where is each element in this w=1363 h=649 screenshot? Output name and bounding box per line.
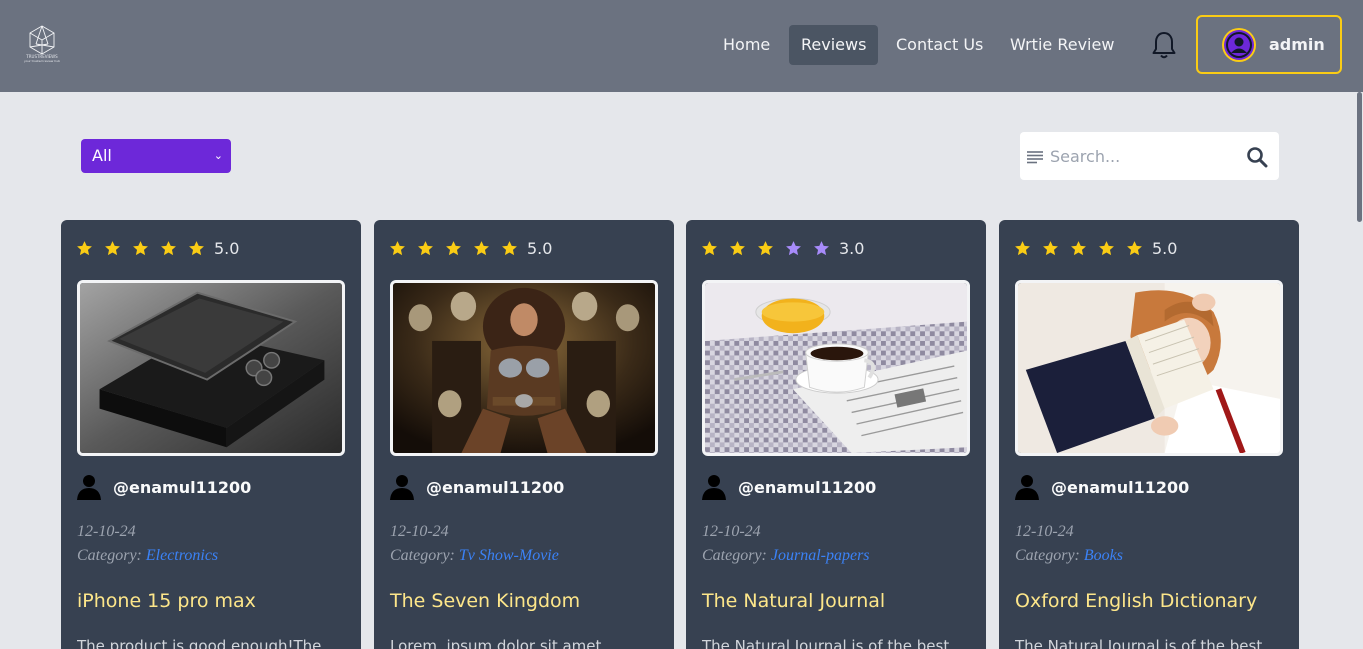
nav-write-review[interactable]: Wrtie Review	[998, 25, 1126, 65]
avatar	[1222, 28, 1256, 62]
rating-value: 5.0	[1152, 238, 1178, 258]
scrollbar-thumb[interactable]	[1357, 92, 1362, 222]
review-author[interactable]: @enamul11200	[390, 474, 564, 500]
review-image[interactable]	[1015, 280, 1283, 456]
person-icon	[702, 474, 726, 500]
author-handle: @enamul11200	[113, 477, 252, 497]
search-icon[interactable]	[1246, 146, 1268, 168]
star-rating: 3.0	[701, 237, 864, 259]
star-icon	[1042, 240, 1059, 257]
star-icon	[501, 240, 518, 257]
star-rating: 5.0	[76, 237, 239, 259]
review-excerpt: The Natural Journal is of the best	[1015, 637, 1263, 649]
category-filter-select[interactable]: All ⌄	[81, 139, 231, 173]
category-label: Category:	[390, 547, 455, 564]
user-menu-button[interactable]: admin	[1196, 15, 1342, 74]
star-empty-icon	[785, 240, 802, 257]
dictionary-reader-photo	[1018, 283, 1280, 453]
review-category: Category: Electronics	[77, 547, 218, 565]
search-box	[1020, 132, 1279, 180]
star-icon	[757, 240, 774, 257]
review-card[interactable]: 5.0 @enamul11200 12-10-24 Category: Tv S…	[374, 220, 674, 649]
nav-home[interactable]: Home	[711, 25, 782, 65]
star-icon	[445, 240, 462, 257]
text-lines-icon	[1027, 151, 1043, 164]
star-icon	[1126, 240, 1143, 257]
review-excerpt: The Natural Journal is of the best	[702, 637, 950, 649]
review-date: 12-10-24	[702, 523, 761, 540]
star-icon	[417, 240, 434, 257]
star-icon	[1014, 240, 1031, 257]
star-empty-icon	[813, 240, 830, 257]
author-handle: @enamul11200	[1051, 477, 1190, 497]
page-scrollbar[interactable]	[1355, 92, 1363, 649]
review-author[interactable]: @enamul11200	[1015, 474, 1189, 500]
category-filter-value: All	[92, 146, 112, 165]
author-handle: @enamul11200	[738, 477, 877, 497]
warrior-queen-photo	[393, 283, 655, 453]
user-name: admin	[1269, 35, 1325, 54]
review-card[interactable]: 3.0 @enamul11200 12-10-24 Category: Jour…	[686, 220, 986, 649]
review-excerpt: Lorem, ipsum dolor sit amet	[390, 637, 602, 649]
review-image[interactable]	[390, 280, 658, 456]
star-icon	[729, 240, 746, 257]
star-icon	[701, 240, 718, 257]
review-category: Category: Books	[1015, 547, 1123, 565]
review-image[interactable]	[702, 280, 970, 456]
star-icon	[76, 240, 93, 257]
category-label: Category:	[1015, 547, 1080, 564]
review-author[interactable]: @enamul11200	[702, 474, 876, 500]
search-input[interactable]	[1050, 142, 1230, 170]
review-author[interactable]: @enamul11200	[77, 474, 251, 500]
review-date: 12-10-24	[1015, 523, 1074, 540]
rating-value: 3.0	[839, 238, 865, 258]
bell-icon[interactable]	[1150, 30, 1178, 60]
iphone-photo	[80, 283, 342, 453]
review-category: Category: Journal-papers	[702, 547, 870, 565]
newspaper-coffee-photo	[705, 283, 967, 453]
review-title[interactable]: iPhone 15 pro max	[77, 590, 256, 612]
category-link[interactable]: Tv Show-Movie	[459, 547, 559, 564]
nav-contact-us[interactable]: Contact Us	[884, 25, 995, 65]
review-image[interactable]	[77, 280, 345, 456]
star-icon	[188, 240, 205, 257]
category-link[interactable]: Electronics	[146, 547, 218, 564]
category-link[interactable]: Journal-papers	[771, 547, 870, 564]
review-excerpt: The product is good enough!The	[77, 637, 322, 649]
star-icon	[473, 240, 490, 257]
nav-reviews[interactable]: Reviews	[789, 25, 879, 65]
rating-value: 5.0	[527, 238, 553, 258]
star-rating: 5.0	[1014, 237, 1177, 259]
author-handle: @enamul11200	[426, 477, 565, 497]
review-card[interactable]: 5.0 @enamul11200 12-10-24 Category: Book…	[999, 220, 1299, 649]
category-label: Category:	[702, 547, 767, 564]
review-date: 12-10-24	[390, 523, 449, 540]
person-icon	[1015, 474, 1039, 500]
rating-value: 5.0	[214, 238, 240, 258]
category-label: Category:	[77, 547, 142, 564]
chevron-down-icon: ⌄	[213, 149, 223, 162]
category-link[interactable]: Books	[1084, 547, 1123, 564]
star-icon	[132, 240, 149, 257]
person-icon	[390, 474, 414, 500]
brand-logo-text: TRUSTREVIEWS your trusted review hub	[23, 54, 61, 63]
review-title[interactable]: The Seven Kingdom	[390, 590, 580, 612]
user-icon	[1226, 32, 1252, 58]
top-navbar: TRUSTREVIEWS your trusted review hub Hom…	[0, 0, 1363, 92]
star-icon	[104, 240, 121, 257]
review-category: Category: Tv Show-Movie	[390, 547, 559, 565]
person-icon	[77, 474, 101, 500]
review-date: 12-10-24	[77, 523, 136, 540]
review-title[interactable]: The Natural Journal	[702, 590, 885, 612]
review-title[interactable]: Oxford English Dictionary	[1015, 590, 1257, 612]
star-icon	[1070, 240, 1087, 257]
star-icon	[1098, 240, 1115, 257]
review-card[interactable]: 5.0 @enamul11200 12-10-24 Category: Elec…	[61, 220, 361, 649]
star-icon	[160, 240, 177, 257]
star-icon	[389, 240, 406, 257]
star-rating: 5.0	[389, 237, 552, 259]
